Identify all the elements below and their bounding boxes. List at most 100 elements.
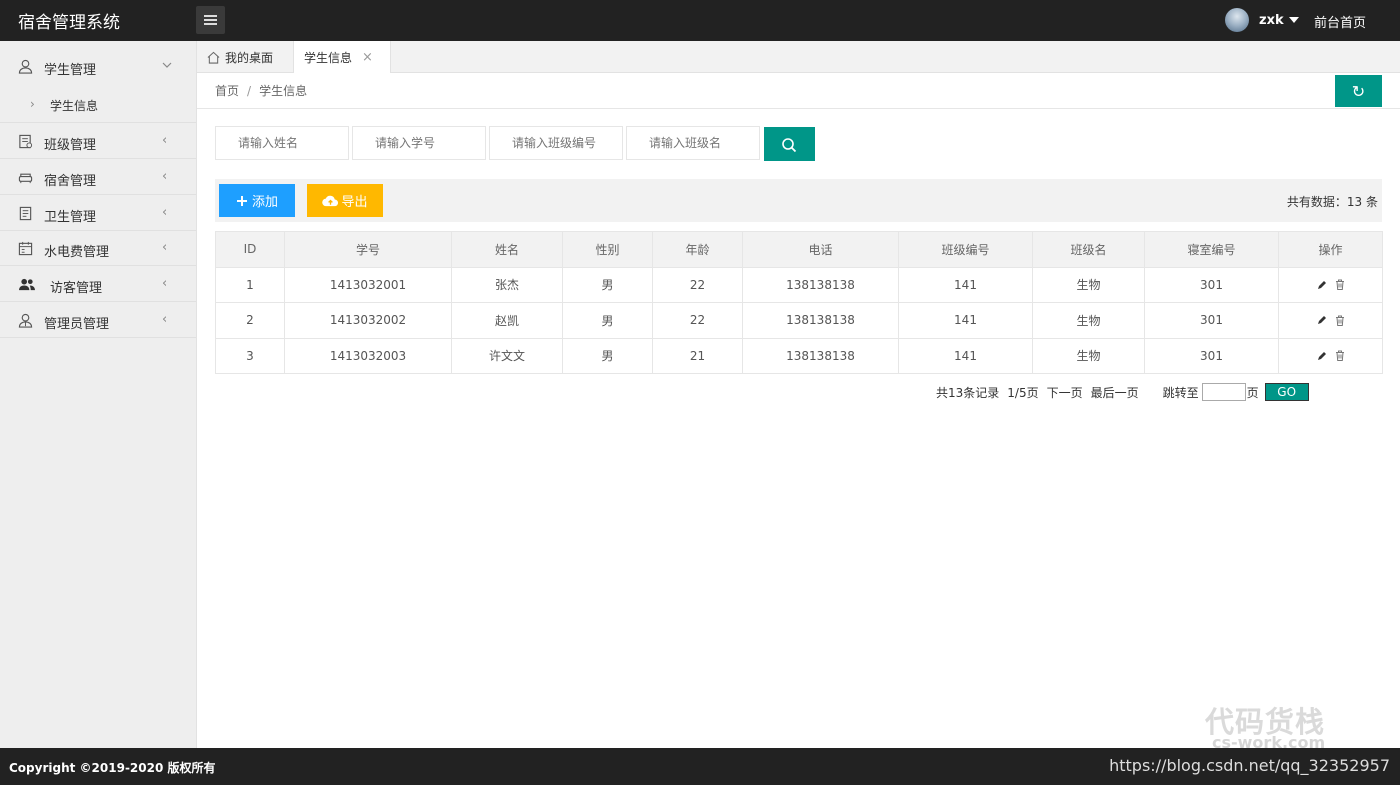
class-number-search-input[interactable] — [489, 126, 623, 160]
table-cell: 22 — [652, 266, 743, 303]
total-count: 共有数据：13 条 — [1286, 195, 1378, 209]
student-id-search-input[interactable] — [352, 126, 486, 160]
tab-label: 我的桌面 — [225, 50, 274, 65]
chevron-left-icon: ‹ — [162, 276, 168, 291]
table-cell: 141 — [898, 337, 1033, 374]
sidebar-item-label: 访客管理 — [50, 281, 103, 296]
go-button[interactable]: GO — [1264, 383, 1309, 401]
search-button[interactable] — [764, 127, 815, 161]
chevron-down-icon — [162, 62, 172, 68]
breadcrumb-home[interactable]: 首页 — [215, 84, 239, 98]
chevron-left-icon: ‹ — [162, 133, 168, 148]
table-cell: 138138138 — [742, 302, 899, 339]
table-cell: 141 — [898, 302, 1033, 339]
add-button[interactable]: 添加 — [219, 184, 295, 217]
page-jump-input[interactable] — [1201, 383, 1246, 401]
refresh-button[interactable]: ↻ — [1335, 75, 1382, 107]
sidebar-item-label: 水电费管理 — [44, 245, 110, 260]
sidebar-item-label: 卫生管理 — [44, 210, 97, 225]
avatar[interactable] — [1225, 8, 1249, 32]
calendar-icon — [18, 241, 33, 256]
clipboard-icon — [19, 206, 32, 221]
table-cell: 138138138 — [742, 337, 899, 374]
trash-icon[interactable] — [1335, 350, 1345, 362]
trash-icon[interactable] — [1335, 279, 1345, 291]
divider — [197, 108, 1400, 109]
class-name-search-input[interactable] — [626, 126, 760, 160]
breadcrumb-separator: / — [247, 84, 252, 98]
column-header: ID — [215, 231, 285, 268]
table-cell: 男 — [562, 302, 653, 339]
table-cell: 1413032002 — [284, 302, 452, 339]
sidebar-subitem-label: 学生信息 — [50, 99, 99, 113]
caret-down-icon[interactable] — [1288, 17, 1299, 23]
user-menu[interactable]: zxk — [1225, 7, 1299, 33]
table-cell: 22 — [652, 302, 743, 339]
edit-icon[interactable] — [1317, 280, 1327, 290]
sidebar-item-label: 班级管理 — [44, 138, 97, 153]
username[interactable]: zxk — [1259, 13, 1284, 28]
table-cell: 赵凯 — [451, 302, 563, 339]
tab-bar: 我的桌面 学生信息 × — [197, 41, 1400, 73]
tab-label: 学生信息 — [304, 50, 353, 65]
breadcrumb: 首页 / 学生信息 — [215, 82, 307, 99]
export-button[interactable]: 导出 — [307, 184, 383, 217]
column-header: 班级编号 — [898, 231, 1033, 268]
sidebar-item-visitor[interactable]: 访客管理 ‹ — [0, 267, 196, 302]
sidebar-item-dorm[interactable]: 宿舍管理 ‹ — [0, 160, 196, 195]
front-page-link[interactable]: 前台首页 — [1314, 12, 1366, 31]
table-cell: 301 — [1144, 302, 1279, 339]
edit-icon[interactable] — [1317, 351, 1327, 361]
chevron-left-icon: ‹ — [162, 205, 168, 220]
total-records: 共13条记录 — [936, 385, 1000, 400]
top-header: 宿舍管理系统 zxk 前台首页 — [0, 0, 1400, 41]
table-cell: 138138138 — [742, 266, 899, 303]
last-page-link[interactable]: 最后一页 — [1091, 384, 1139, 401]
sidebar-item-label: 管理员管理 — [44, 317, 110, 332]
sidebar-item-label: 宿舍管理 — [44, 174, 97, 189]
sidebar-item-hygiene[interactable]: 卫生管理 ‹ — [0, 196, 196, 231]
table-cell: 男 — [562, 266, 653, 303]
table-toolbar: 添加 导出 共有数据：13 条 — [215, 179, 1382, 222]
table-cell: 张杰 — [451, 266, 563, 303]
edit-icon[interactable] — [1317, 315, 1327, 325]
tab-student-info[interactable]: 学生信息 × — [293, 41, 391, 73]
cloud-upload-icon — [322, 195, 339, 207]
close-icon[interactable]: × — [362, 50, 373, 65]
copyright-text: Copyright ©2019-2020 版权所有 — [9, 761, 216, 775]
table-actions — [1278, 266, 1383, 303]
table-cell: 生物 — [1032, 266, 1145, 303]
name-search-input[interactable] — [215, 126, 349, 160]
column-header: 操作 — [1278, 231, 1383, 268]
tab-desktop[interactable]: 我的桌面 — [197, 41, 293, 73]
table-cell: 1 — [215, 266, 285, 303]
admin-icon — [18, 313, 33, 328]
table-cell: 男 — [562, 337, 653, 374]
table-cell: 1413032001 — [284, 266, 452, 303]
user-icon — [18, 59, 33, 74]
table-cell: 301 — [1144, 266, 1279, 303]
chevron-left-icon: ‹ — [162, 312, 168, 327]
sidebar-item-utility-fee[interactable]: 水电费管理 ‹ — [0, 231, 196, 266]
table-cell: 生物 — [1032, 302, 1145, 339]
page-unit-label: 页 — [1246, 385, 1259, 400]
next-page-link[interactable]: 下一页 — [1047, 384, 1083, 401]
menu-toggle-button[interactable] — [196, 6, 225, 34]
sidebar-item-label: 学生管理 — [44, 63, 97, 78]
sidebar-subitem-student-info[interactable]: › 学生信息 — [0, 89, 196, 123]
column-header: 学号 — [284, 231, 452, 268]
app-logo[interactable]: 宿舍管理系统 — [18, 8, 120, 33]
sidebar-item-student[interactable]: 学生管理 — [0, 49, 196, 84]
sidebar-item-admin[interactable]: 管理员管理 ‹ — [0, 303, 196, 338]
table-cell: 141 — [898, 266, 1033, 303]
plus-icon — [236, 195, 247, 206]
table-actions — [1278, 302, 1383, 339]
class-icon — [19, 134, 33, 149]
sidebar-item-class[interactable]: 班级管理 ‹ — [0, 124, 196, 159]
search-icon — [782, 138, 797, 153]
export-button-label: 导出 — [341, 195, 368, 210]
trash-icon[interactable] — [1335, 315, 1345, 326]
table-cell: 1413032003 — [284, 337, 452, 374]
table-cell: 生物 — [1032, 337, 1145, 374]
page-info: 1/5页 — [1007, 385, 1039, 400]
